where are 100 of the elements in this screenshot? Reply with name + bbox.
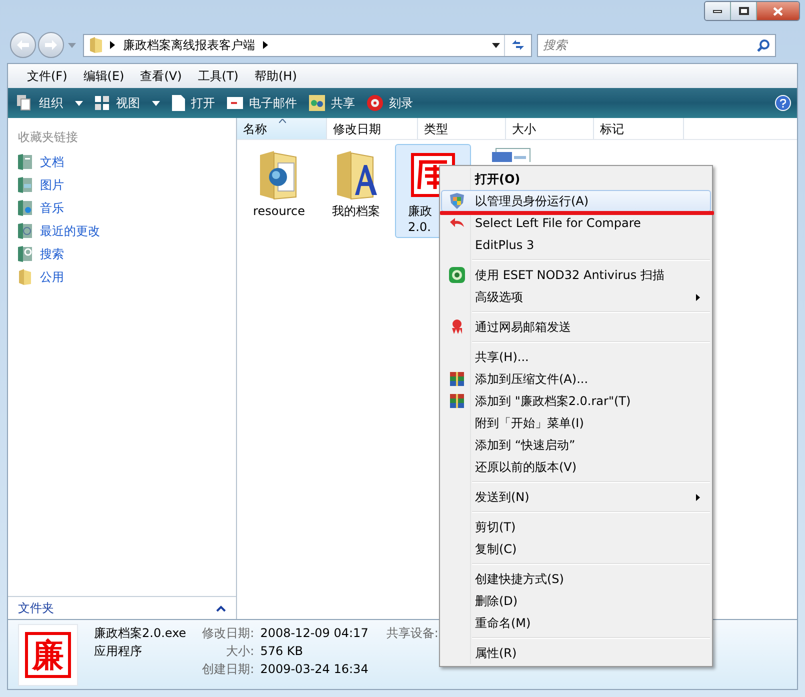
column-header[interactable]: 类型 [418,118,506,139]
folders-bar[interactable]: 文件夹 [8,596,236,619]
maximize-button[interactable] [731,2,757,20]
sidebar-item[interactable]: 文档 [18,150,218,173]
submenu-arrow-icon [696,294,700,300]
grid-icon [95,96,110,110]
column-header[interactable]: 大小 [506,118,594,139]
context-menu-item[interactable]: 以管理员身份运行(A) [441,190,711,212]
sidebar-title: 收藏夹链接 [18,129,79,146]
sidebar-item[interactable]: 图片 [18,173,218,196]
context-menu-item[interactable]: 附到「开始」菜单(I) [441,412,711,434]
pages-icon [17,95,33,111]
field-label: 修改日期: [201,625,254,642]
forward-arrow-icon [45,40,57,50]
eye-icon [449,267,465,283]
column-header[interactable]: 名称 [237,118,327,139]
sidebar-item[interactable]: 音乐 [18,196,218,219]
context-menu-item[interactable]: 创建快捷方式(S) [441,568,711,590]
context-menu-item[interactable]: 重命名(M) [441,612,711,634]
context-menu-item[interactable]: 高级选项 [441,286,711,308]
context-menu-item[interactable]: 发送到(N) [441,486,711,508]
file-name: 我的档案 [332,203,380,219]
refresh-icon [511,39,525,51]
collapse-icon [216,604,226,612]
file-item[interactable]: 我的档案 [318,144,394,222]
chevron-icon [110,41,115,49]
archive-icon [450,394,464,408]
undo-arrow-icon [449,218,465,228]
picture-icon [18,176,32,192]
search-field[interactable]: 搜索 [537,34,776,56]
shield-icon [450,193,464,209]
breadcrumb[interactable]: 廉政档案离线报表客户端 [123,36,255,54]
sidebar-item[interactable]: 公用 [18,265,218,288]
context-menu-item[interactable]: 通过网易邮箱发送 [441,316,711,338]
context-menu-item[interactable]: 添加到压缩文件(A)... [441,368,711,390]
context-menu-item[interactable]: 共享(H)... [441,346,711,368]
field-value: 2008-12-09 04:17 [260,625,368,642]
document-icon [18,154,32,170]
menu-item[interactable]: 文件(F) [20,66,74,86]
close-icon [773,6,783,16]
toolbar-button[interactable]: 刻录 [364,91,416,115]
toolbar-button[interactable]: 共享 [306,91,358,115]
folder-icon [89,37,103,53]
chevron-icon [263,41,268,49]
column-header[interactable]: 修改日期 [327,118,418,139]
context-menu-item[interactable]: 还原以前的版本(V) [441,456,711,478]
minimize-button[interactable] [705,2,731,20]
context-menu-item[interactable]: 添加到 “快速启动” [441,434,711,456]
music-icon [18,200,32,216]
back-button[interactable] [10,32,36,58]
file-name: 廉政档案2.0.exe [94,625,186,642]
field-value: 576 KB [260,643,304,660]
caret-icon [492,42,500,48]
field-label: 共享设备: [386,625,438,642]
octopus-icon [451,319,463,335]
caret-icon [75,100,83,106]
folders-label: 文件夹 [18,600,54,617]
field-value: 2009-03-24 16:34 [260,661,368,678]
context-menu-item[interactable]: 属性(R) [441,642,711,664]
help-icon [780,98,786,108]
back-arrow-icon [17,40,29,50]
column-header[interactable]: 标记 [594,118,684,139]
file-name: resource [253,203,305,219]
menu-item[interactable]: 编辑(E) [76,66,132,86]
field-label: 大小: [225,643,254,660]
toolbar-button[interactable]: 打开 [169,91,218,115]
address-bar[interactable]: 廉政档案离线报表客户端 [83,34,532,56]
toolbar-button[interactable]: 视图 [92,91,163,115]
menu-item[interactable]: 帮助(H) [248,66,304,86]
close-button[interactable] [757,2,799,20]
folder-icon [18,268,32,284]
people-icon [309,95,325,111]
context-menu-item[interactable]: 删除(D) [441,590,711,612]
document-icon [172,95,185,111]
field-label: 创建日期: [201,661,254,678]
menu-item[interactable]: 工具(T) [190,66,246,86]
recent-icon [18,222,32,238]
context-menu-item[interactable]: 剪切(T) [441,516,711,538]
help-button[interactable] [775,95,791,111]
envelope-icon [227,97,243,109]
caret-icon [68,42,76,48]
file-item[interactable]: resource [241,144,317,222]
context-menu-item[interactable]: 使用 ESET NOD32 Antivirus 扫描 [441,264,711,286]
file-name: 廉政 [408,203,432,219]
submenu-arrow-icon [696,494,700,500]
forward-button[interactable] [38,32,64,58]
context-menu-item[interactable]: 复制(C) [441,538,711,560]
archive-icon [450,372,464,386]
caret-icon [152,100,160,106]
sidebar-item[interactable]: 搜索 [18,242,218,265]
seal-icon: 廉 [25,632,71,678]
menu-item[interactable]: 查看(V) [133,66,189,86]
file-type: 应用程序 [94,643,143,660]
sidebar-item[interactable]: 最近的更改 [18,219,218,242]
search-icon [757,38,770,52]
disc-icon [367,95,383,111]
context-menu-item[interactable]: 添加到 "廉政档案2.0.rar"(T) [441,390,711,412]
search-icon [18,246,32,262]
toolbar-button[interactable]: 组织 [14,91,86,115]
toolbar-button[interactable]: 电子邮件 [224,91,300,115]
